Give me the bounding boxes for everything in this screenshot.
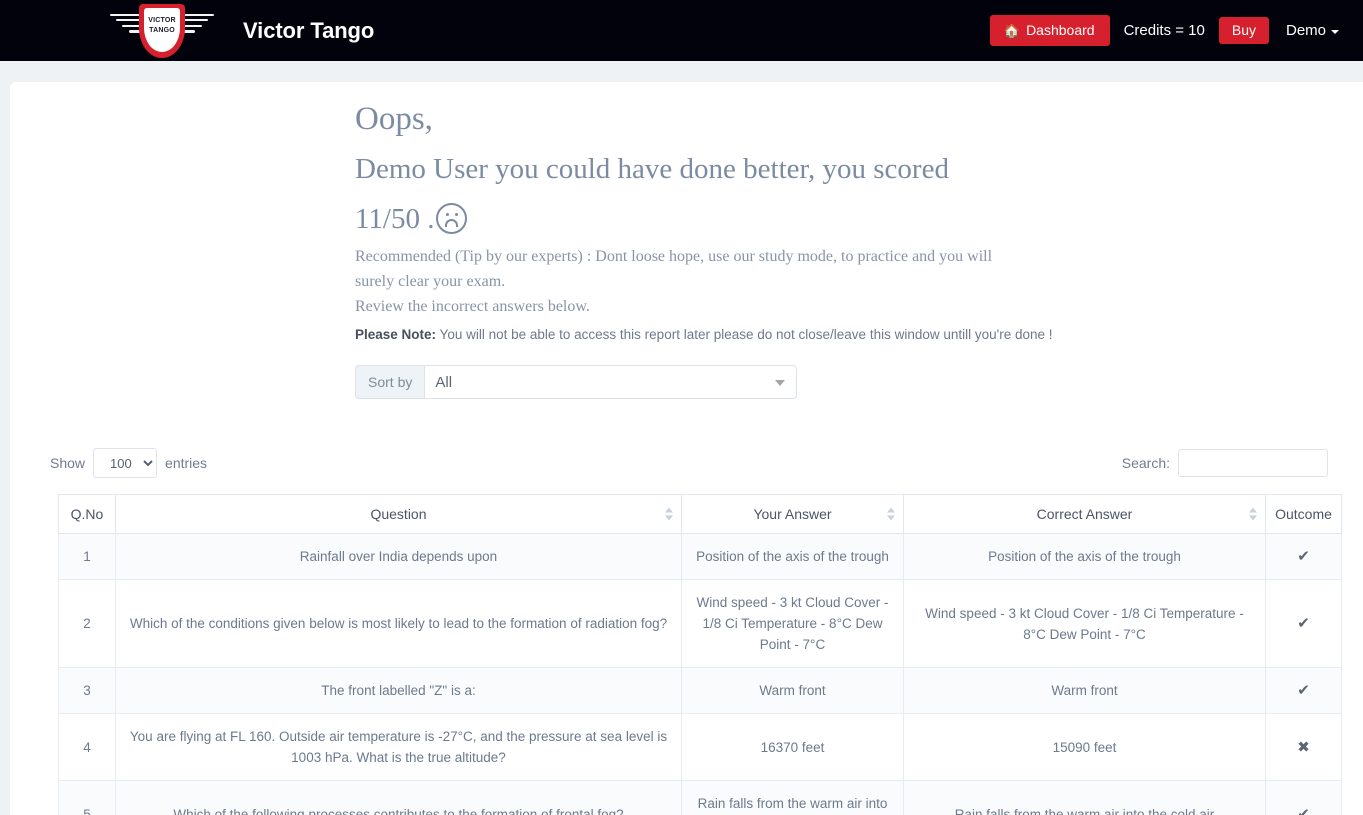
search-input[interactable] [1178,449,1328,477]
score-headline: Demo User you could have done better, yo… [355,144,1015,244]
table-row: 4 You are flying at FL 160. Outside air … [58,713,1342,781]
navbar-right-group: 🏠 Dashboard Credits = 10 Buy Demo [989,15,1343,46]
logo-text-line1: VICTOR [148,16,176,24]
entries-label: entries [165,455,208,471]
column-header-question[interactable]: Question [115,494,682,534]
datatable-search-control: Search: [1122,449,1328,477]
datatable-length-control: Show 100 entries [50,448,207,478]
cell-correct-answer: Rain falls from the warm air into the co… [903,780,1266,815]
check-icon: ✔ [1265,533,1342,580]
dashboard-button[interactable]: 🏠 Dashboard [989,15,1110,46]
top-navbar: VICTOR TANGO Victor Tango 🏠 Dashboard Cr… [0,0,1363,61]
expert-tip-text: Recommended (Tip by our experts) : Dont … [355,248,993,290]
column-header-your-answer[interactable]: Your Answer [681,494,904,534]
brand-title[interactable]: Victor Tango [243,18,374,44]
cell-correct-answer: Warm front [903,667,1266,714]
buy-button[interactable]: Buy [1218,17,1269,44]
cell-your-answer: Rain falls from the warm air into the co… [681,780,904,815]
check-icon: ✔ [1265,667,1342,714]
cell-your-answer: Wind speed - 3 kt Cloud Cover - 1/8 Ci T… [681,579,904,668]
cell-qno: 3 [58,667,116,714]
report-table-container: Q.No Question Your Answer Correct Answer… [10,494,1363,815]
sort-arrows-icon[interactable] [1249,507,1257,521]
datatable-controls: Show 100 entries Search: [10,446,1363,480]
column-header-qno: Q.No [58,494,116,534]
sad-face-icon [436,203,468,234]
report-table-body: 1 Rainfall over India depends upon Posit… [58,533,1342,815]
cell-your-answer: Position of the axis of the trough [681,533,904,580]
cell-your-answer: 16370 feet [681,713,904,781]
review-instruction-text: Review the incorrect answers below. [355,298,590,315]
table-header-row: Q.No Question Your Answer Correct Answer… [58,494,1342,534]
logo-text-line2: TANGO [149,26,175,34]
dashboard-button-label: Dashboard [1026,22,1095,38]
main-content-card: Oops, Demo User you could have done bett… [10,82,1363,815]
cell-question: You are flying at FL 160. Outside air te… [115,713,682,781]
cell-question: Rainfall over India depends upon [115,533,682,580]
show-label: Show [50,455,86,471]
cell-qno: 4 [58,713,116,781]
cell-question: The front labelled "Z" is a: [115,667,682,714]
check-icon: ✔ [1265,579,1342,668]
credits-display: Credits = 10 [1123,22,1205,39]
sort-arrows-icon[interactable] [887,507,895,521]
table-row: 5 Which of the following processes contr… [58,780,1342,815]
user-menu-label: Demo [1285,22,1326,39]
oops-heading: Oops, [355,101,433,137]
cell-correct-answer: 15090 feet [903,713,1266,781]
result-summary: Oops, Demo User you could have done bett… [10,82,1363,399]
report-table: Q.No Question Your Answer Correct Answer… [58,494,1342,815]
victor-tango-logo-icon[interactable]: VICTOR TANGO [108,2,216,60]
sort-by-label: Sort by [355,365,425,399]
cell-question: Which of the following processes contrib… [115,780,682,815]
cell-your-answer: Warm front [681,667,904,714]
check-icon: ✔ [1265,780,1342,815]
page-length-select[interactable]: 100 [93,448,158,478]
please-note-label: Please Note: [355,327,437,342]
brand-area[interactable]: VICTOR TANGO Victor Tango [0,2,374,60]
please-note-body: You will not be able to access this repo… [436,327,1053,342]
search-label: Search: [1121,455,1170,471]
column-header-correct-answer[interactable]: Correct Answer [903,494,1266,534]
cell-correct-answer: Position of the axis of the trough [903,533,1266,580]
table-row: 3 The front labelled "Z" is a: Warm fron… [58,667,1342,714]
column-header-your-answer-label: Your Answer [753,506,832,522]
column-header-outcome: Outcome [1265,494,1342,534]
table-row: 2 Which of the conditions given below is… [58,579,1342,668]
table-row: 1 Rainfall over India depends upon Posit… [58,533,1342,580]
cell-qno: 2 [58,579,116,668]
user-menu-dropdown[interactable]: Demo [1269,22,1343,39]
column-header-correct-answer-label: Correct Answer [1036,506,1133,522]
cell-qno: 1 [58,533,116,580]
cell-correct-answer: Wind speed - 3 kt Cloud Cover - 1/8 Ci T… [903,579,1266,668]
report-table-head: Q.No Question Your Answer Correct Answer… [58,494,1342,534]
cell-question: Which of the conditions given below is m… [115,579,682,668]
sort-arrows-icon[interactable] [665,507,673,521]
sort-by-group: Sort by All [355,365,797,399]
column-header-question-label: Question [370,506,427,522]
home-icon: 🏠 [1003,22,1021,38]
logo-shield-icon: VICTOR TANGO [139,3,185,58]
cell-qno: 5 [58,780,116,815]
cross-icon: ✖ [1265,713,1342,781]
caret-down-icon [1331,29,1339,34]
sort-by-select[interactable]: All [424,365,797,399]
please-note-text: Please Note: You will not be able to acc… [355,322,1363,347]
